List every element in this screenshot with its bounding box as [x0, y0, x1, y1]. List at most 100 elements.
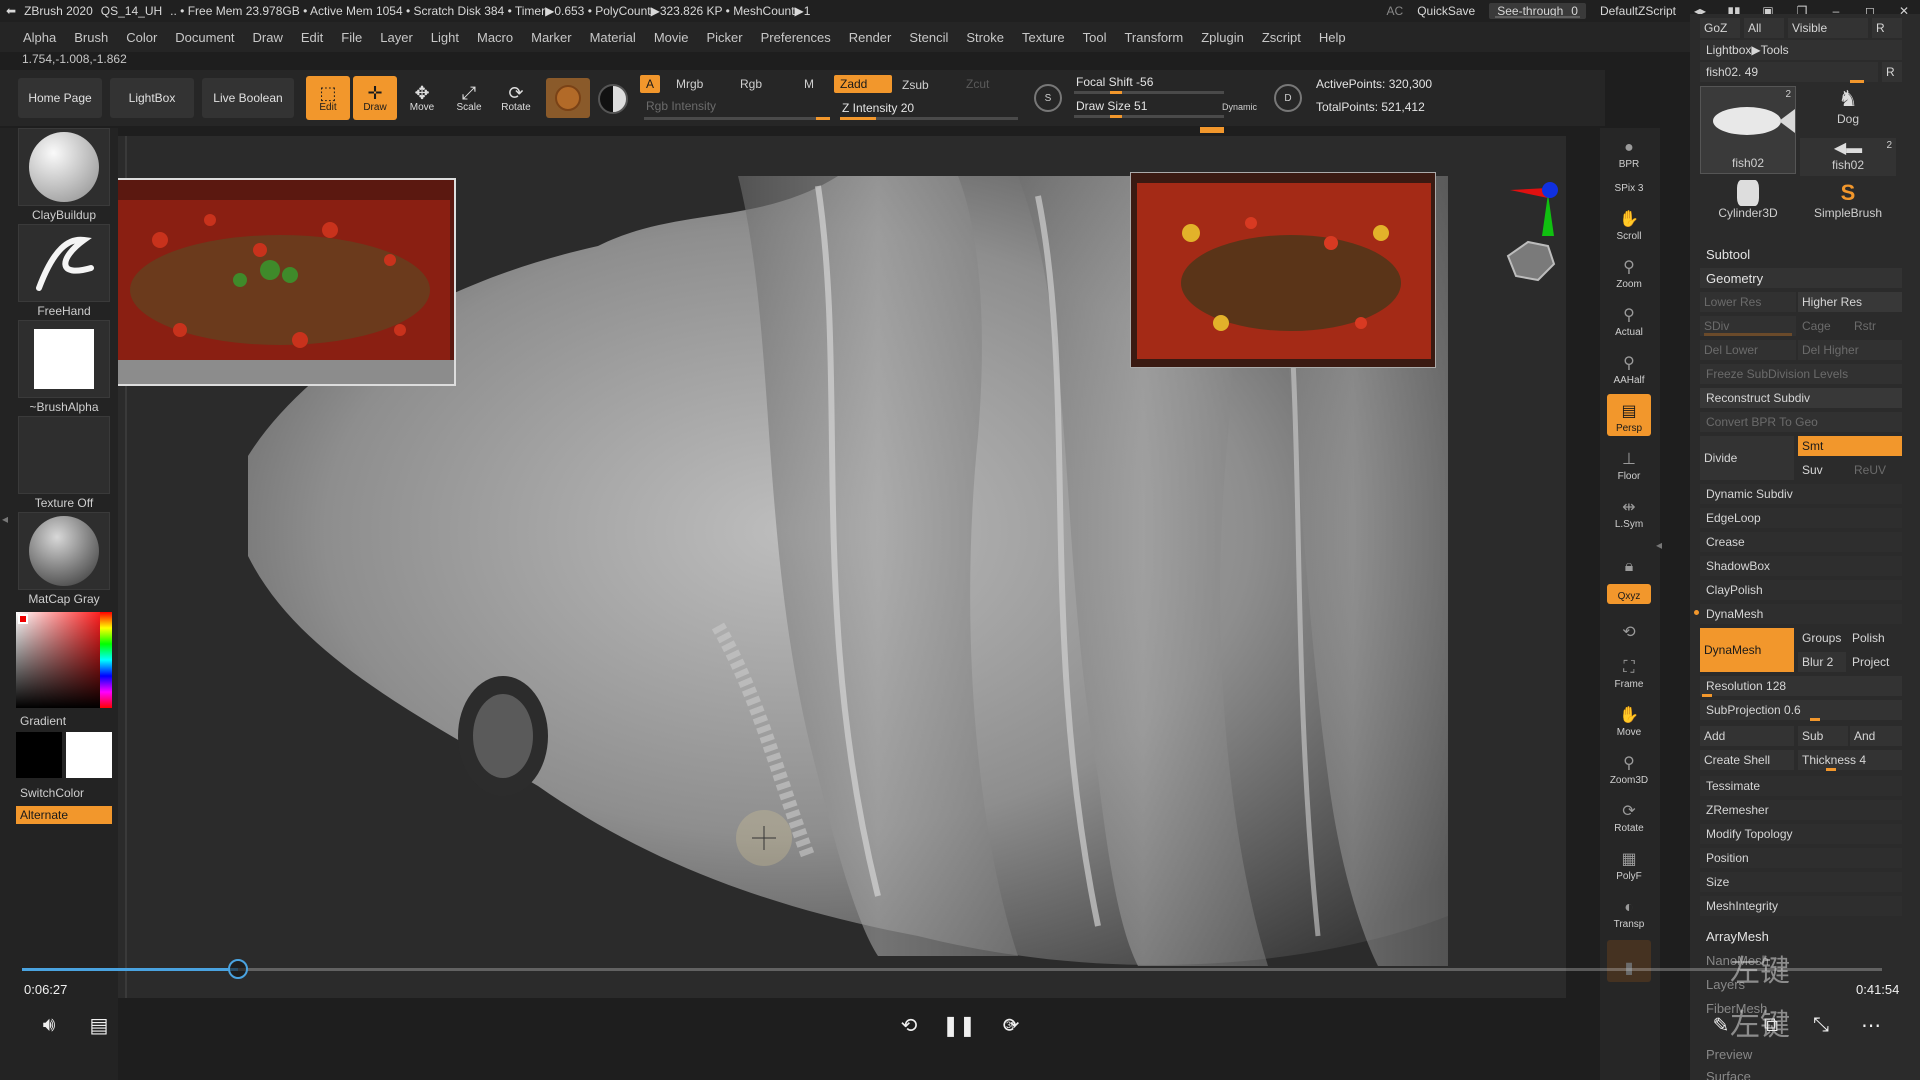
m-toggle[interactable]: M — [798, 75, 820, 93]
focal-shift-slider[interactable] — [1074, 91, 1224, 94]
rgb-toggle[interactable]: Rgb — [734, 75, 768, 93]
move-button[interactable]: ✥ Move — [400, 76, 444, 120]
tool-thumb-cylinder3d[interactable]: Cylinder3D — [1700, 180, 1796, 224]
higher-res-button[interactable]: Higher Res — [1798, 292, 1902, 312]
dynamic-subdiv-section[interactable]: Dynamic Subdiv — [1700, 484, 1902, 504]
menu-tool[interactable]: Tool — [1074, 30, 1116, 45]
rstr-button[interactable]: Rstr — [1850, 316, 1902, 336]
fullscreen-exit-icon[interactable]: ⤡ — [1806, 1010, 1836, 1040]
menu-color[interactable]: Color — [117, 30, 166, 45]
convert-bpr-button[interactable]: Convert BPR To Geo — [1700, 412, 1902, 432]
suv-toggle[interactable]: Suv — [1798, 460, 1848, 480]
lsym-button[interactable]: ⇹ L.Sym — [1607, 490, 1651, 532]
menu-stroke[interactable]: Stroke — [957, 30, 1013, 45]
preview-header[interactable]: Preview — [1700, 1044, 1902, 1064]
crease-section[interactable]: Crease — [1700, 532, 1902, 552]
menu-document[interactable]: Document — [166, 30, 243, 45]
claypolish-section[interactable]: ClayPolish — [1700, 580, 1902, 600]
subtool-r-button[interactable]: R — [1882, 62, 1902, 82]
draw-d-icon[interactable]: D — [1274, 84, 1302, 112]
draw-size-slider[interactable] — [1074, 115, 1224, 118]
focal-s-icon[interactable]: S — [1034, 84, 1062, 112]
spix-slider[interactable]: SPix 3 — [1607, 174, 1651, 196]
floor-button[interactable]: ⊥ Floor — [1607, 442, 1651, 484]
tool-thumb-fish02-small[interactable]: ◀▬ 2 fish02 — [1800, 138, 1896, 176]
sub-button[interactable]: Sub — [1798, 726, 1848, 746]
live-boolean-button[interactable]: Live Boolean — [202, 78, 294, 118]
menu-alpha[interactable]: Alpha — [14, 30, 65, 45]
menu-file[interactable]: File — [332, 30, 371, 45]
r-button[interactable]: R — [1872, 18, 1902, 38]
menu-render[interactable]: Render — [840, 30, 901, 45]
brush-selector[interactable]: ClayBuildup — [18, 128, 110, 222]
lock-button[interactable]: 🔒︎ — [1607, 538, 1651, 580]
rewind-icon[interactable]: ⟲ — [894, 1010, 924, 1040]
orientation-gizmo[interactable] — [1498, 176, 1566, 306]
reconstruct-subdiv-button[interactable]: Reconstruct Subdiv — [1700, 388, 1902, 408]
reuv-button[interactable]: ReUV — [1850, 460, 1902, 480]
and-button[interactable]: And — [1850, 726, 1902, 746]
menu-stencil[interactable]: Stencil — [900, 30, 957, 45]
ghost-button[interactable]: ▮ — [1607, 940, 1651, 982]
bpr-button[interactable]: ● BPR — [1607, 130, 1651, 172]
collapse-right-icon[interactable]: ◂ — [1656, 538, 1662, 552]
volume-icon[interactable]: 🔊︎ — [34, 1010, 64, 1040]
menu-material[interactable]: Material — [581, 30, 645, 45]
aahalf-button[interactable]: ⚲ AAHalf — [1607, 346, 1651, 388]
divide-button[interactable]: Divide — [1700, 436, 1794, 480]
mrgb-toggle[interactable]: Mrgb — [670, 75, 709, 93]
more-options-icon[interactable]: ⋯ — [1856, 1010, 1886, 1040]
menu-preferences[interactable]: Preferences — [752, 30, 840, 45]
position-section[interactable]: Position — [1700, 848, 1902, 868]
dynamic-toggle[interactable]: Dynamic — [1216, 98, 1263, 116]
rotate-view-button[interactable]: ⟳ Rotate — [1607, 794, 1651, 836]
lightbox-tools-button[interactable]: Lightbox▶Tools — [1700, 40, 1902, 60]
seek-knob[interactable] — [227, 959, 248, 979]
secondary-color-swatch[interactable] — [16, 732, 62, 778]
forward-30-icon[interactable]: ⟳ 30 — [996, 1010, 1026, 1040]
scroll-button[interactable]: ✋ Scroll — [1607, 202, 1651, 244]
primary-color-swatch[interactable] — [66, 732, 112, 778]
alternate-button[interactable]: Alternate — [16, 806, 112, 824]
default-zscript[interactable]: DefaultZScript — [1600, 4, 1676, 18]
menu-draw[interactable]: Draw — [244, 30, 292, 45]
color-picker[interactable] — [16, 612, 112, 708]
a-toggle[interactable]: A — [640, 75, 661, 93]
transp-button[interactable]: ◐ Transp — [1607, 890, 1651, 932]
home-page-button[interactable]: Home Page — [18, 78, 102, 118]
draw-button[interactable]: ✛ Draw — [353, 76, 397, 120]
lower-res-button[interactable]: Lower Res — [1700, 292, 1796, 312]
menu-picker[interactable]: Picker — [698, 30, 752, 45]
texture-selector[interactable]: Texture Off — [18, 416, 110, 510]
zadd-toggle[interactable]: Zadd — [834, 75, 892, 93]
smt-toggle[interactable]: Smt — [1798, 436, 1902, 456]
subprojection-slider[interactable]: SubProjection 0.6 — [1700, 700, 1902, 720]
hue-strip[interactable] — [100, 612, 112, 708]
arraymesh-header[interactable]: ArrayMesh — [1700, 926, 1902, 946]
rgb-intensity-slider[interactable] — [644, 117, 830, 120]
ac-label[interactable]: AC — [1387, 4, 1404, 18]
zsub-toggle[interactable]: Zsub — [896, 76, 935, 94]
zremesher-section[interactable]: ZRemesher — [1700, 800, 1902, 820]
shadowbox-section[interactable]: ShadowBox — [1700, 556, 1902, 576]
menu-marker[interactable]: Marker — [522, 30, 580, 45]
meshintegrity-section[interactable]: MeshIntegrity — [1700, 896, 1902, 916]
frame-button[interactable]: ⛶ Frame — [1607, 650, 1651, 692]
reference-image-left[interactable] — [118, 178, 456, 386]
menu-layer[interactable]: Layer — [371, 30, 422, 45]
goz-button[interactable]: GoZ — [1700, 18, 1740, 38]
menu-help[interactable]: Help — [1310, 30, 1355, 45]
tool-thumb-dog[interactable]: ♞ Dog — [1800, 86, 1896, 134]
add-button[interactable]: Add — [1700, 726, 1794, 746]
thickness-slider[interactable]: Thickness 4 — [1798, 750, 1902, 770]
groups-toggle[interactable]: Groups — [1798, 628, 1846, 648]
menu-brush[interactable]: Brush — [65, 30, 117, 45]
move-view-button[interactable]: ✋ Move — [1607, 698, 1651, 740]
menu-movie[interactable]: Movie — [645, 30, 698, 45]
color-sphere-icon[interactable] — [598, 84, 628, 114]
freeze-subdiv-button[interactable]: Freeze SubDivision Levels — [1700, 364, 1902, 384]
persp-button[interactable]: ▤ Persp — [1607, 394, 1651, 436]
canvas-viewport[interactable] — [118, 136, 1566, 998]
tessimate-section[interactable]: Tessimate — [1700, 776, 1902, 796]
see-through-slider[interactable]: See-through 0 — [1489, 3, 1586, 19]
